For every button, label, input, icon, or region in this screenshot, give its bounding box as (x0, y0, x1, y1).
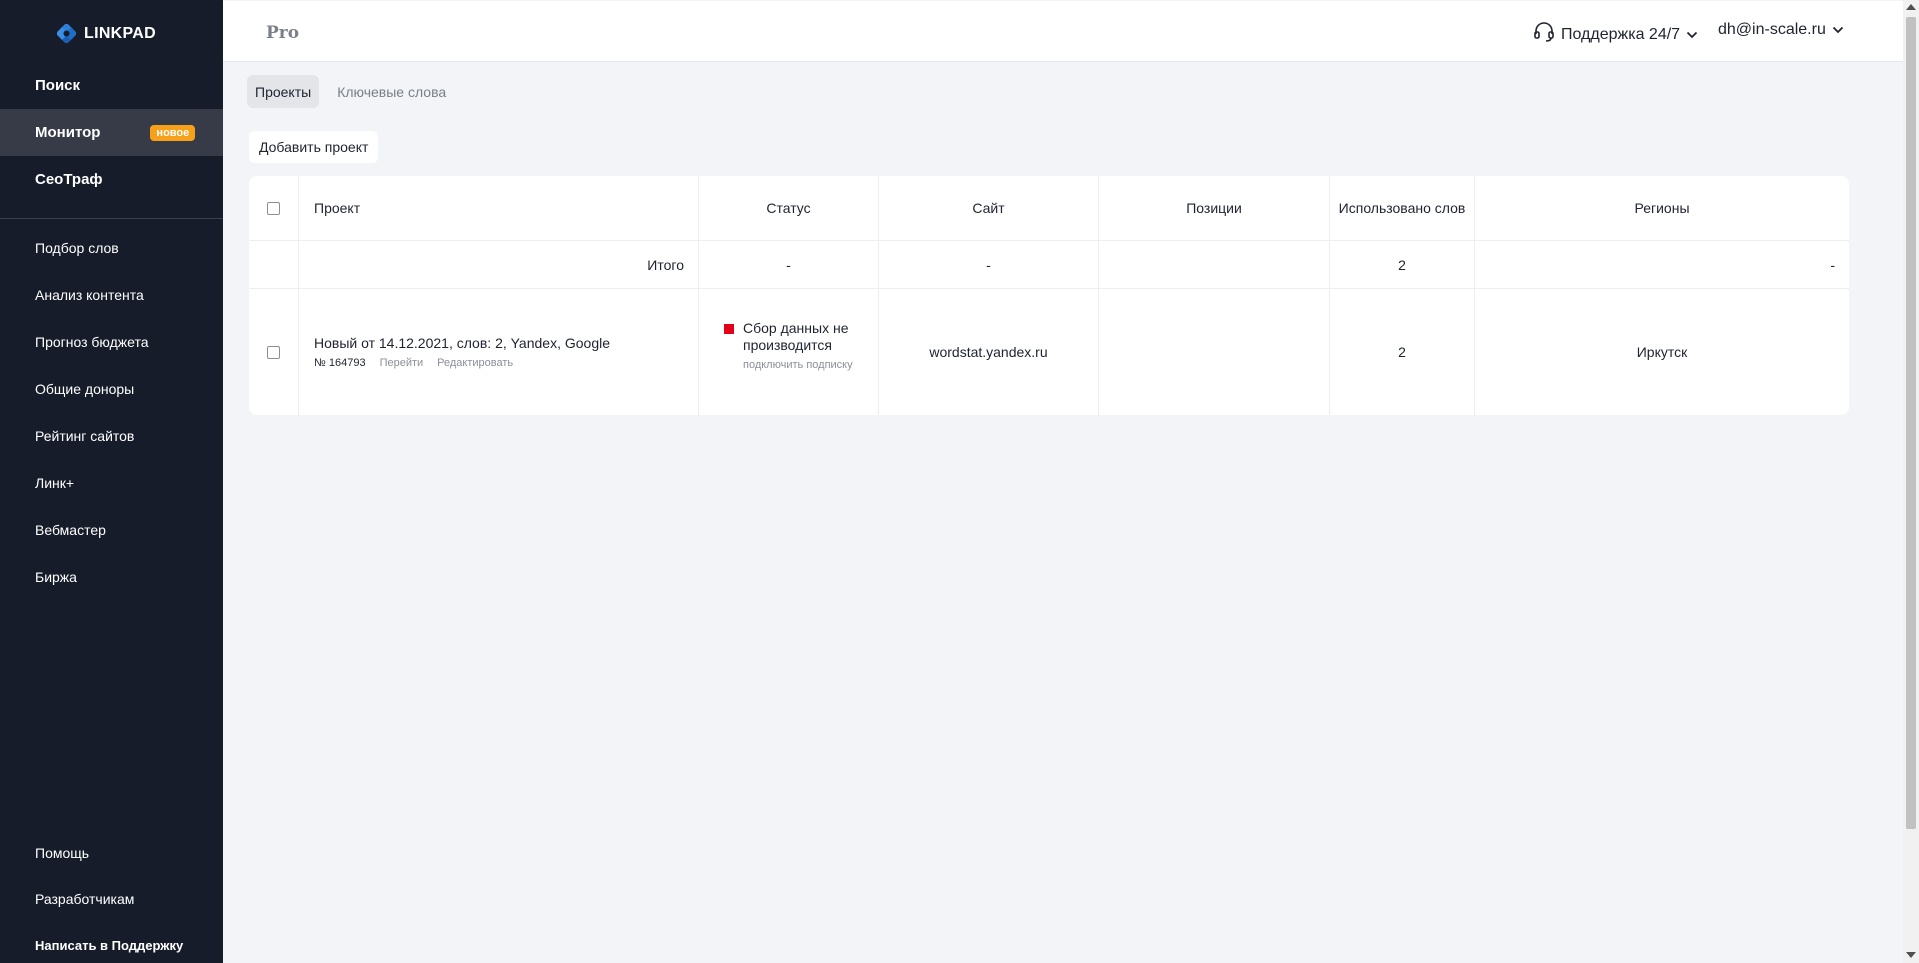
sidebar-item-search[interactable]: Поиск (0, 62, 223, 109)
projects-table: Проект Статус Сайт Позиции Использовано … (249, 176, 1849, 415)
tab-keywords[interactable]: Ключевые слова (329, 75, 454, 108)
connect-subscription-link[interactable]: подключить подписку (743, 359, 853, 372)
project-cell: Новый от 14.12.2021, слов: 2, Yandex, Go… (299, 289, 699, 415)
project-name: Новый от 14.12.2021, слов: 2, Yandex, Go… (314, 335, 610, 351)
table-header-row: Проект Статус Сайт Позиции Использовано … (249, 176, 1849, 241)
total-status: - (699, 241, 879, 288)
sidebar-item-label: СеоТраф (35, 171, 103, 188)
column-header-used-words[interactable]: Использовано слов (1330, 176, 1475, 240)
sidebar-item-site-rating[interactable]: Рейтинг сайтов (0, 412, 223, 459)
sidebar-item-label: Монитор (35, 124, 101, 141)
sidebar-tools-nav: Подбор слов Анализ контента Прогноз бюдж… (0, 224, 223, 600)
used-words-cell: 2 (1330, 289, 1475, 415)
user-email: dh@in-scale.ru (1718, 21, 1826, 38)
column-header-status[interactable]: Статус (699, 176, 879, 240)
sidebar-item-exchange[interactable]: Биржа (0, 553, 223, 600)
sidebar-bottom-nav: Помощь Разработчикам Написать в Поддержк… (0, 830, 223, 963)
column-header-regions[interactable]: Регионы (1475, 176, 1849, 240)
sidebar-item-label: Биржа (35, 568, 77, 585)
column-header-site[interactable]: Сайт (879, 176, 1099, 240)
sidebar-divider (0, 218, 223, 219)
total-positions (1099, 241, 1330, 288)
regions-cell: Иркутск (1636, 344, 1688, 360)
sidebar-item-content-analysis[interactable]: Анализ контента (0, 271, 223, 318)
sidebar-item-budget-forecast[interactable]: Прогноз бюджета (0, 318, 223, 365)
header-checkbox-cell (249, 176, 299, 240)
sidebar-item-label: Написать в Поддержку (35, 937, 184, 953)
sidebar-item-label: Анализ контента (35, 286, 144, 303)
go-to-project-link[interactable]: Перейти (380, 357, 424, 369)
scrollbar-thumb[interactable] (1906, 17, 1916, 829)
sidebar-item-label: Вебмастер (35, 521, 106, 538)
sidebar-item-monitor[interactable]: Монитор новое (0, 109, 223, 156)
status-content: Сбор данных не производится подключить п… (743, 320, 853, 372)
row-checkbox-cell (249, 289, 299, 415)
sidebar-item-label: Рейтинг сайтов (35, 427, 135, 444)
user-menu[interactable]: dh@in-scale.ru (1718, 21, 1844, 39)
sidebar-item-label: Общие доноры (35, 380, 135, 397)
sidebar-item-label: Линк+ (35, 474, 75, 491)
table-total-row: Итого - - 2 - (249, 241, 1849, 289)
sidebar-item-webmaster[interactable]: Вебмастер (0, 506, 223, 553)
project-number: № 164793 (314, 357, 366, 369)
status-cell: Сбор данных не производится подключить п… (699, 289, 879, 415)
sidebar-item-label: Помощь (35, 845, 90, 861)
status-indicator (724, 324, 734, 334)
positions-cell (1099, 289, 1330, 415)
total-empty-cell (249, 241, 299, 288)
page-title: Pro (266, 23, 300, 43)
total-used-words: 2 (1330, 241, 1475, 288)
sidebar-item-contact-support[interactable]: Написать в Поддержку (0, 922, 223, 963)
column-header-project[interactable]: Проект (299, 176, 699, 240)
sidebar-item-common-donors[interactable]: Общие доноры (0, 365, 223, 412)
total-regions: - (1830, 256, 1835, 273)
headset-icon (1533, 21, 1555, 48)
sidebar: LINKPAD Поиск Монитор новое СеоТраф Подб… (0, 0, 223, 963)
sidebar-item-seotraf[interactable]: СеоТраф (0, 156, 223, 203)
support-label: Поддержка 24/7 (1561, 25, 1681, 43)
logo[interactable]: LINKPAD (55, 22, 157, 45)
sidebar-item-developers[interactable]: Разработчикам (0, 876, 223, 922)
total-label: Итого (299, 241, 699, 288)
total-site: - (879, 241, 1099, 288)
column-header-positions[interactable]: Позиции (1099, 176, 1330, 240)
site-cell: wordstat.yandex.ru (879, 289, 1099, 415)
sidebar-item-help[interactable]: Помощь (0, 830, 223, 876)
tab-projects[interactable]: Проекты (247, 75, 320, 108)
chevron-down-icon (1832, 23, 1844, 37)
sidebar-item-label: Прогноз бюджета (35, 333, 149, 350)
sidebar-item-label: Подбор слов (35, 239, 119, 256)
table-row: Новый от 14.12.2021, слов: 2, Yandex, Go… (249, 289, 1849, 415)
sidebar-item-label: Поиск (35, 77, 81, 94)
scroll-up-arrow-icon[interactable] (1906, 4, 1916, 10)
sidebar-main-nav: Поиск Монитор новое СеоТраф (0, 62, 223, 203)
status-text: Сбор данных не производится (743, 320, 849, 353)
new-badge: новое (150, 124, 196, 141)
sidebar-item-label: Разработчикам (35, 891, 135, 907)
status-block: Сбор данных не производится подключить п… (724, 320, 853, 372)
project-meta: № 164793 Перейти Редактировать (314, 357, 610, 369)
select-all-checkbox[interactable] (267, 201, 280, 215)
add-project-button[interactable]: Добавить проект (249, 131, 379, 163)
top-header: Pro Поддержка 24/7 dh@in-scale.ru (223, 1, 1903, 62)
linkpad-logo-icon (55, 22, 78, 45)
project-info: Новый от 14.12.2021, слов: 2, Yandex, Go… (314, 335, 610, 369)
page-scrollbar[interactable] (1903, 0, 1919, 963)
edit-project-link[interactable]: Редактировать (437, 357, 513, 369)
scroll-down-arrow-icon[interactable] (1906, 952, 1916, 958)
logo-text: LINKPAD (84, 24, 157, 42)
chevron-down-icon (1686, 28, 1698, 42)
sidebar-item-link-plus[interactable]: Линк+ (0, 459, 223, 506)
tabs: Проекты Ключевые слова (247, 75, 454, 108)
sidebar-item-word-selection[interactable]: Подбор слов (0, 224, 223, 271)
support-dropdown[interactable]: Поддержка 24/7 (1533, 21, 1698, 48)
row-checkbox[interactable] (267, 345, 280, 359)
